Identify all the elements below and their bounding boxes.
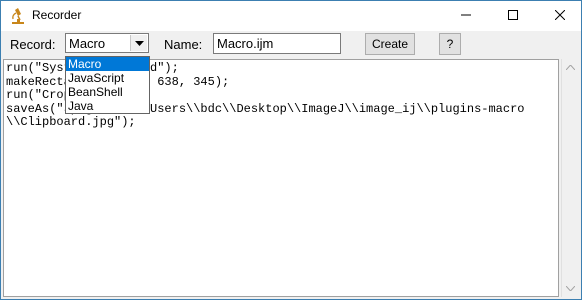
name-label: Name: <box>164 37 203 52</box>
record-type-select[interactable]: Macro <box>65 33 149 53</box>
title-bar[interactable]: Recorder <box>1 1 581 31</box>
close-icon <box>554 9 566 23</box>
microscope-icon <box>10 7 26 25</box>
scroll-up-icon[interactable] <box>562 59 579 76</box>
dropdown-option-beanshell[interactable]: BeanShell <box>66 85 149 99</box>
minimize-button[interactable] <box>443 1 489 31</box>
maximize-button[interactable] <box>490 1 536 31</box>
recorder-window: Recorder Record: Macro Name: Create ? ru… <box>0 0 582 300</box>
dropdown-option-java[interactable]: Java <box>66 99 149 113</box>
maximize-icon <box>508 9 518 23</box>
window-title: Recorder <box>32 8 82 22</box>
scroll-down-icon[interactable] <box>562 280 579 297</box>
help-button[interactable]: ? <box>439 33 461 55</box>
dropdown-option-macro[interactable]: Macro <box>66 57 149 71</box>
record-type-dropdown: Macro JavaScript BeanShell Java <box>65 56 150 114</box>
code-line: \\Clipboard.jpg"); <box>6 115 136 130</box>
create-button[interactable]: Create <box>365 33 415 55</box>
chevron-down-icon[interactable] <box>130 35 147 51</box>
close-button[interactable] <box>537 1 581 31</box>
dropdown-option-javascript[interactable]: JavaScript <box>66 71 149 85</box>
macro-name-field[interactable] <box>213 33 341 54</box>
vertical-scrollbar[interactable] <box>561 59 579 297</box>
minimize-icon <box>461 9 471 23</box>
record-type-value: Macro <box>69 36 106 51</box>
record-label: Record: <box>10 37 56 52</box>
